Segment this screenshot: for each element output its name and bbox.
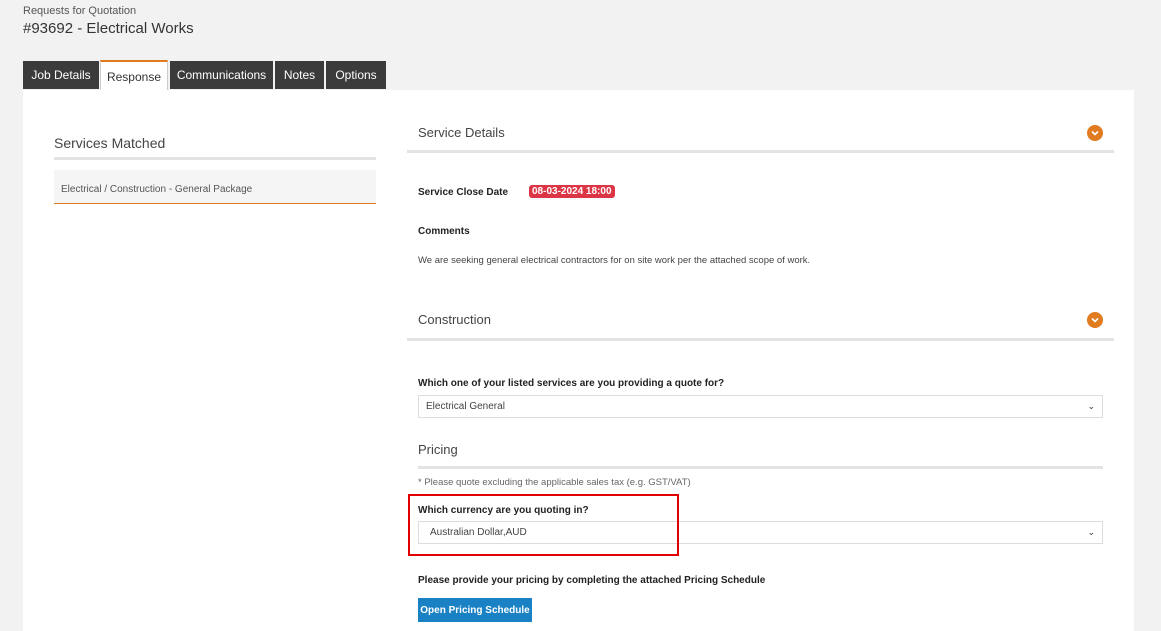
divider [418, 466, 1103, 469]
service-select-value: Electrical General [426, 401, 505, 412]
tab-options[interactable]: Options [326, 61, 386, 89]
page-title: #93692 - Electrical Works [23, 20, 194, 37]
service-select[interactable]: Electrical General ⌄ [418, 395, 1103, 418]
chevron-down-icon[interactable] [1087, 125, 1103, 141]
service-details-title: Service Details [418, 125, 505, 140]
tab-response[interactable]: Response [100, 60, 168, 91]
tab-job-details[interactable]: Job Details [23, 61, 99, 89]
service-close-date-label: Service Close Date [418, 187, 509, 198]
service-matched-item[interactable]: Electrical / Construction - General Pack… [54, 170, 376, 204]
divider [407, 338, 1114, 341]
highlight-box [408, 494, 679, 556]
comments-text: We are seeking general electrical contra… [418, 255, 811, 266]
service-question-label: Which one of your listed services are yo… [418, 378, 725, 389]
services-matched-title: Services Matched [54, 135, 166, 151]
schedule-prompt: Please provide your pricing by completin… [418, 575, 766, 586]
tab-communications[interactable]: Communications [170, 61, 273, 89]
close-date-badge: 08-03-2024 18:00 [529, 185, 615, 198]
breadcrumb[interactable]: Requests for Quotation [23, 5, 136, 17]
divider [54, 157, 376, 160]
tab-notes[interactable]: Notes [275, 61, 324, 89]
chevron-down-icon: ⌄ [1087, 527, 1095, 537]
pricing-note: * Please quote excluding the applicable … [418, 477, 691, 488]
divider [407, 150, 1114, 153]
pricing-title: Pricing [418, 442, 458, 457]
construction-title: Construction [418, 312, 491, 327]
open-pricing-schedule-button[interactable]: Open Pricing Schedule [418, 598, 532, 622]
chevron-down-icon[interactable] [1087, 312, 1103, 328]
comments-label: Comments [418, 226, 470, 237]
chevron-down-icon: ⌄ [1087, 401, 1095, 411]
